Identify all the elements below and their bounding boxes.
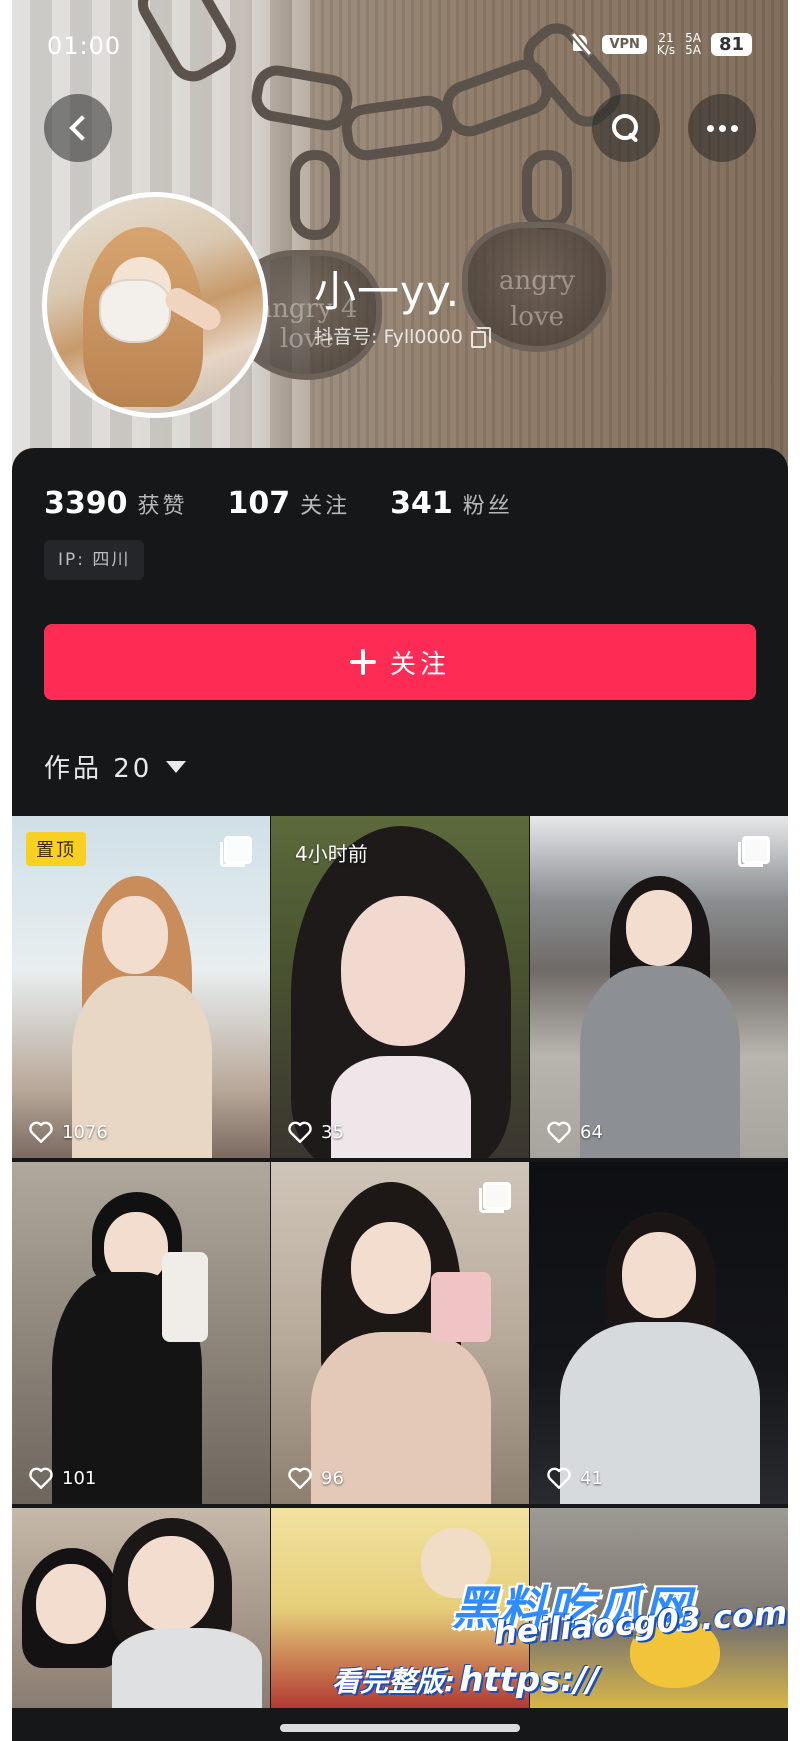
likes-count: 41 <box>580 1467 603 1489</box>
multi-image-icon <box>738 836 770 867</box>
stat-value: 107 <box>227 486 291 521</box>
heart-icon <box>547 1467 571 1489</box>
follow-button-label: 关注 <box>389 649 450 680</box>
post-likes: 96 <box>287 1466 344 1490</box>
watermark-line: 看完整版: https:// <box>332 1660 599 1700</box>
home-indicator[interactable] <box>280 1724 520 1732</box>
post-thumbnail[interactable]: 64 <box>530 816 788 1158</box>
post-likes: 64 <box>546 1120 603 1144</box>
plus-icon <box>349 649 376 675</box>
post-thumbnail[interactable]: 4小时前 35 <box>271 816 529 1158</box>
more-button[interactable] <box>688 94 756 162</box>
multi-image-icon <box>479 1182 511 1213</box>
chain-link <box>522 150 572 230</box>
back-arrow-icon <box>69 115 95 141</box>
stat-label: 粉丝 <box>462 494 513 519</box>
signal-icon: 5A 5A <box>685 32 701 56</box>
stat-followers[interactable]: 341 粉丝 <box>390 486 513 521</box>
status-bar: 01:00 VPN 21 K/s 5A 5A 81 <box>12 28 788 68</box>
signal-label-2: 5A <box>685 43 701 57</box>
stat-value: 341 <box>390 486 453 521</box>
likes-count: 64 <box>580 1121 603 1143</box>
watermark-prefix: 看完整版: <box>332 1665 456 1698</box>
post-thumbnail[interactable]: 41 <box>530 1162 788 1504</box>
post-likes: 35 <box>287 1120 344 1144</box>
status-time: 01:00 <box>47 32 122 60</box>
back-button[interactable] <box>44 94 112 162</box>
heart-icon <box>288 1467 312 1489</box>
profile-info-panel: 3390 获赞 107 关注 341 粉丝 IP: 四川 关注 作品 20 <box>12 448 788 808</box>
network-speed: 21 K/s <box>657 32 675 56</box>
post-thumbnail[interactable]: 置顶 1076 <box>12 816 270 1158</box>
post-thumbnail[interactable]: 96 <box>271 1162 529 1504</box>
post-thumbnail[interactable]: 101 <box>12 1162 270 1504</box>
profile-stats: 3390 获赞 107 关注 341 粉丝 <box>44 486 513 521</box>
stat-label: 关注 <box>300 494 351 519</box>
likes-count: 96 <box>321 1467 344 1489</box>
profile-name: 小一yy. <box>314 267 461 316</box>
post-likes: 101 <box>28 1466 96 1490</box>
heart-icon <box>29 1467 53 1489</box>
heart-icon <box>547 1121 571 1143</box>
battery-level: 81 <box>710 32 752 56</box>
status-icons: VPN 21 K/s 5A 5A 81 <box>570 32 752 56</box>
more-dots-icon <box>706 124 738 132</box>
search-button[interactable] <box>592 94 660 162</box>
post-timestamp: 4小时前 <box>295 842 368 866</box>
search-icon <box>611 113 641 143</box>
multi-image-icon <box>220 836 252 867</box>
post-likes: 1076 <box>28 1120 108 1144</box>
post-thumbnail[interactable] <box>12 1508 270 1708</box>
likes-count: 101 <box>62 1467 97 1489</box>
stat-value: 3390 <box>44 486 128 521</box>
speed-unit: K/s <box>656 43 676 57</box>
vpn-badge: VPN <box>602 34 647 54</box>
follow-button[interactable]: 关注 <box>44 624 756 700</box>
avatar[interactable] <box>42 192 268 418</box>
dropdown-triangle-icon <box>166 760 187 773</box>
heart-icon <box>29 1121 53 1143</box>
copy-icon[interactable] <box>470 326 491 348</box>
stat-following[interactable]: 107 关注 <box>228 486 351 521</box>
profile-screen: angry 4 love angry love 01:00 VPN 21 K/s… <box>12 0 788 1741</box>
mute-bell-icon <box>570 33 592 55</box>
ip-location-badge: IP: 四川 <box>44 540 145 580</box>
likes-count: 35 <box>321 1121 344 1143</box>
profile-cover: angry 4 love angry love 01:00 VPN 21 K/s… <box>12 0 788 470</box>
works-tab-label: 作品 20 <box>44 754 153 784</box>
chain-link <box>290 150 340 240</box>
likes-count: 1076 <box>62 1121 108 1143</box>
post-likes: 41 <box>546 1466 603 1490</box>
stat-likes[interactable]: 3390 获赞 <box>44 486 188 521</box>
works-tab[interactable]: 作品 20 <box>44 748 187 785</box>
heart-icon <box>288 1121 312 1143</box>
handle-text: 抖音号: Fyll0000 <box>314 326 463 348</box>
watermark-url-scheme: https:// <box>459 1660 599 1700</box>
charm-text: angry <box>498 266 575 296</box>
profile-handle: 抖音号: Fyll0000 <box>314 322 491 349</box>
stat-label: 获赞 <box>137 494 188 519</box>
pinned-badge: 置顶 <box>26 832 86 866</box>
